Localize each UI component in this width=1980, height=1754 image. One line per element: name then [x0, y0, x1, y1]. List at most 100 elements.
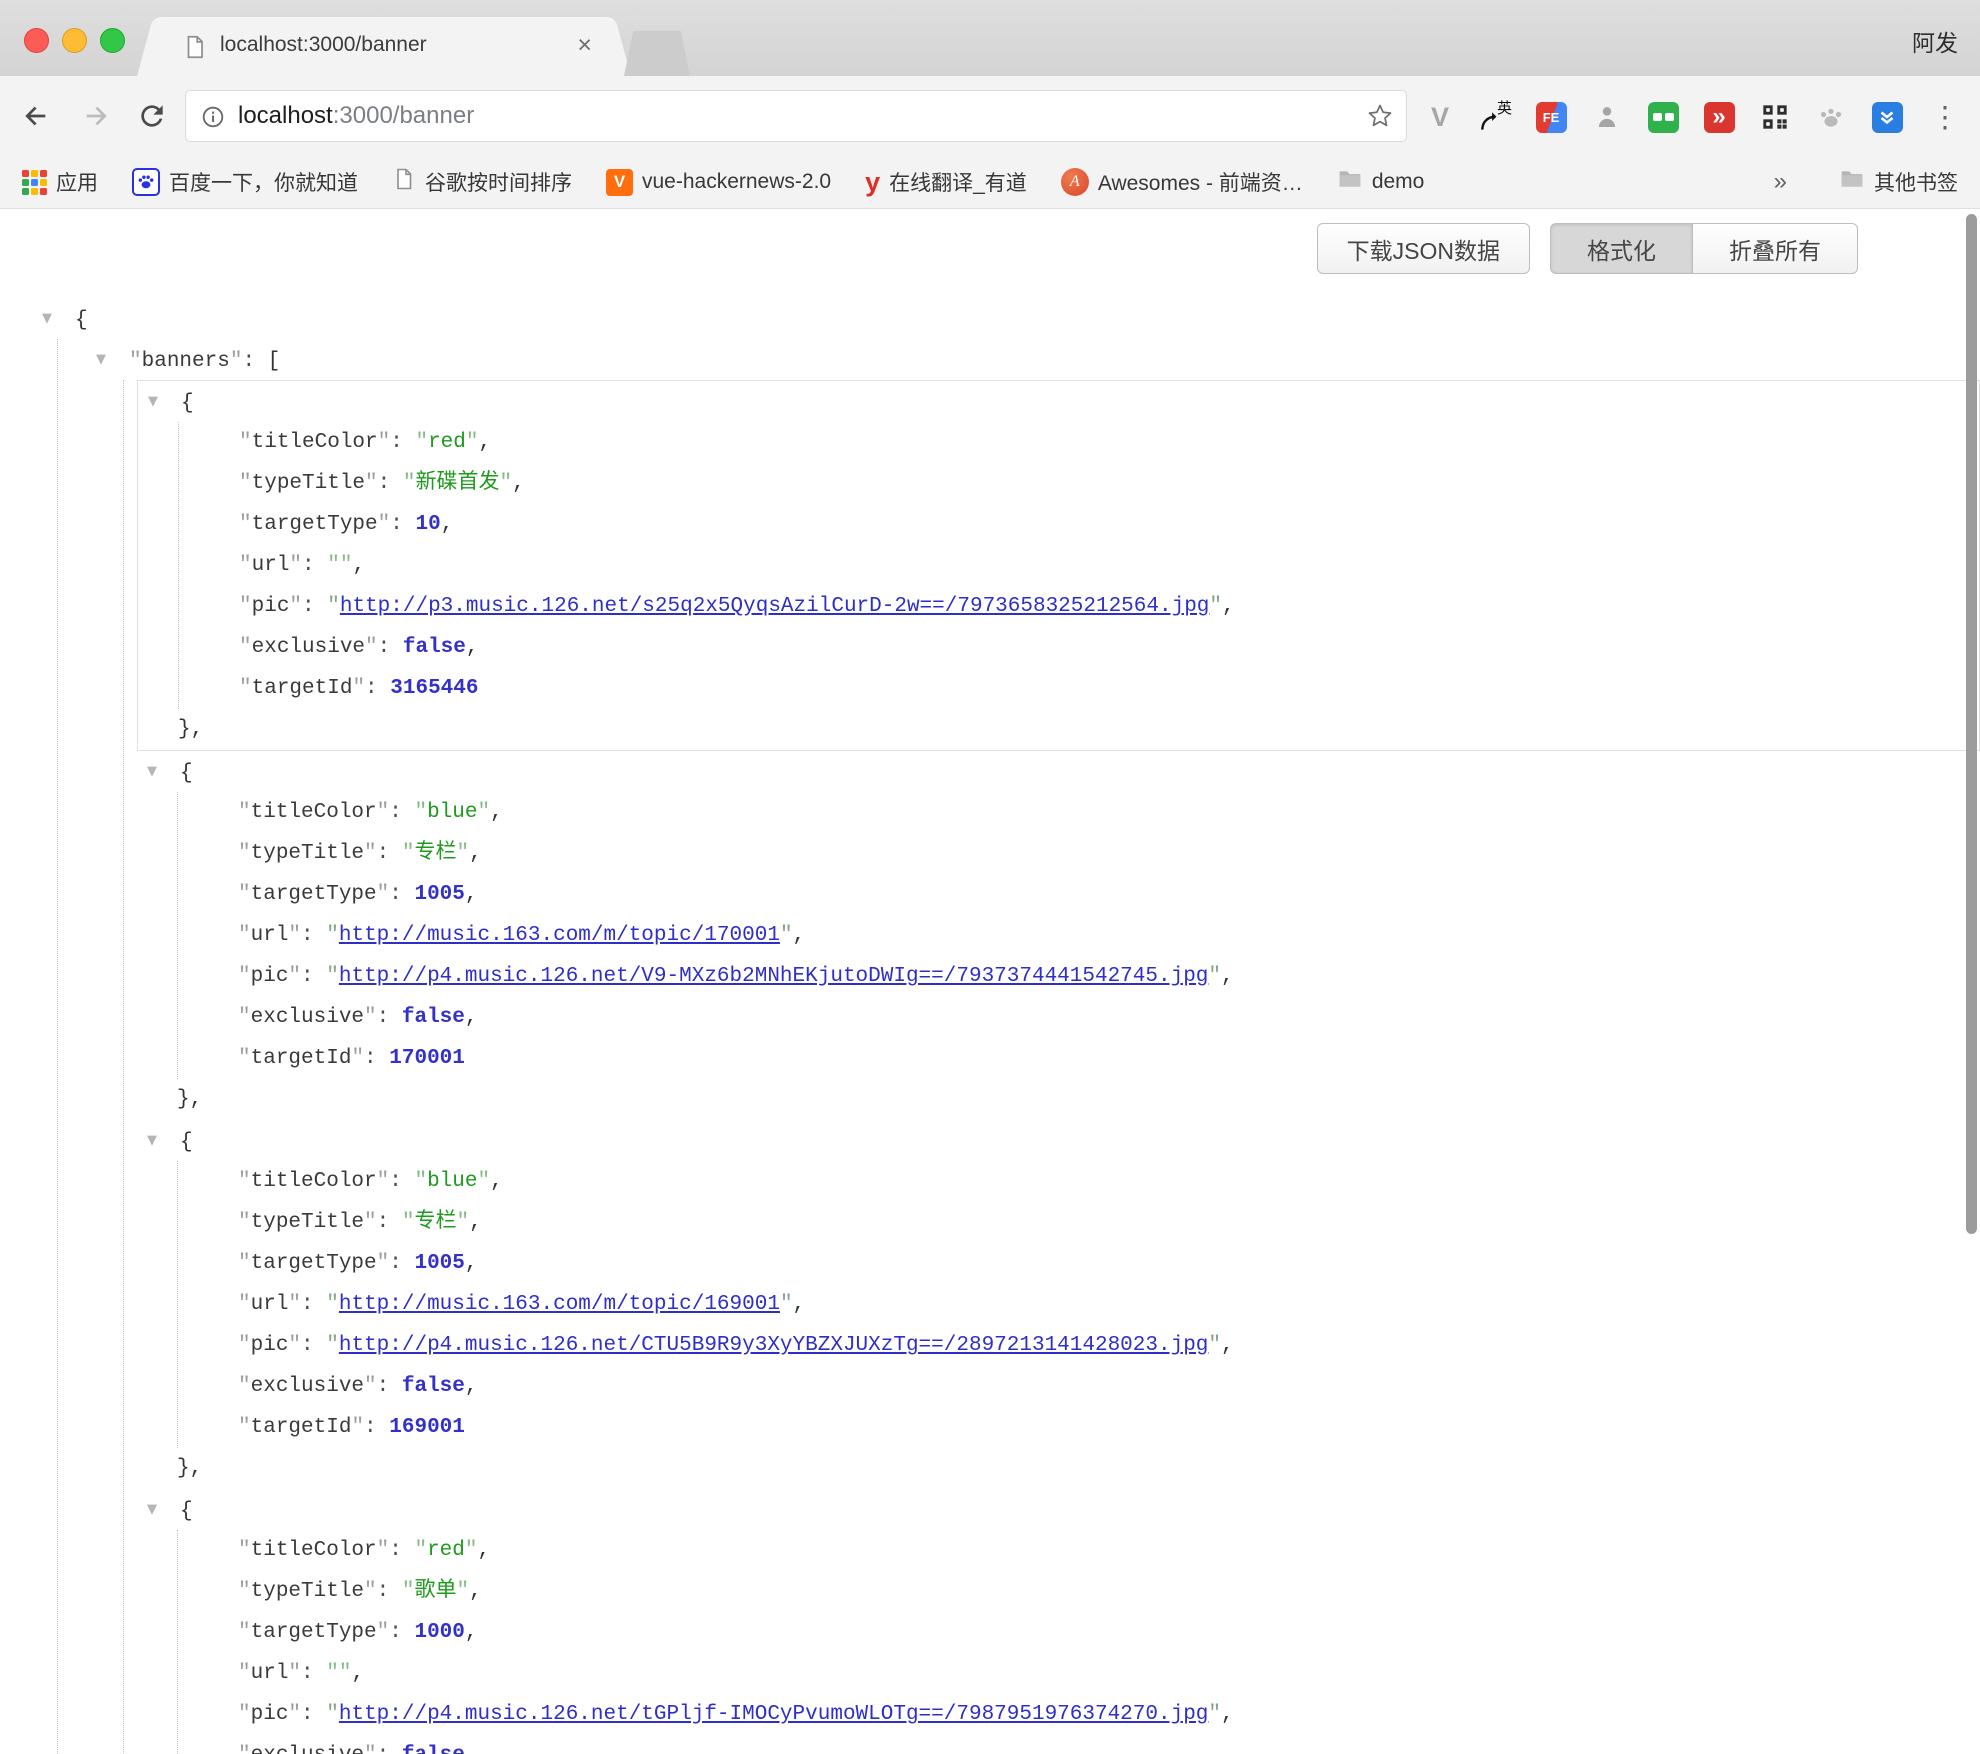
collapse-arrow-icon[interactable]: ▼ — [148, 381, 181, 422]
json-property-row: typeTitle歌单, — [178, 1571, 1980, 1612]
json-value: red — [414, 1539, 477, 1562]
tampermonkey-extension-icon[interactable] — [1645, 99, 1681, 135]
tab-title: localhost:3000/banner — [220, 33, 427, 57]
json-key: titleColor — [239, 431, 390, 454]
tab-strip: localhost:3000/banner × 阿发 — [0, 0, 1980, 76]
json-link-value[interactable]: http://music.163.com/m/topic/170001 — [339, 924, 780, 947]
json-property-row: targetId170001 — [178, 1038, 1980, 1079]
json-value: 新碟首发 — [403, 472, 512, 495]
paw-extension-icon[interactable] — [1813, 99, 1849, 135]
bookmark-vue-hackernews[interactable]: V vue-hackernews-2.0 — [606, 169, 831, 196]
collapse-arrow-icon[interactable]: ▼ — [96, 339, 129, 380]
window-zoom-button[interactable] — [100, 28, 125, 53]
collapse-arrow-icon[interactable]: ▼ — [147, 751, 180, 792]
json-value: 歌单 — [402, 1580, 469, 1603]
json-property-row: pic http://p4.music.126.net/V9-MXz6b2MNhE… — [178, 956, 1980, 997]
json-object-close-row: }, — [138, 709, 1979, 750]
json-key: exclusive — [238, 1744, 377, 1754]
translate-extension-icon[interactable]: 英 — [1477, 99, 1513, 135]
format-button[interactable]: 格式化 — [1550, 223, 1693, 274]
browser-menu-icon[interactable]: ⋮ — [1927, 99, 1963, 135]
json-key: targetType — [238, 883, 389, 906]
bookmark-youdao-translate[interactable]: y 在线翻译_有道 — [865, 167, 1027, 197]
json-key: targetId — [239, 677, 365, 700]
bookmark-label: 应用 — [56, 167, 98, 197]
json-root-row: ▼{ — [0, 298, 1980, 339]
json-value: 1005 — [414, 1252, 464, 1275]
json-value: 1000 — [414, 1621, 464, 1644]
download-json-button[interactable]: 下载JSON数据 — [1317, 223, 1530, 274]
window-close-button[interactable] — [24, 28, 49, 53]
address-bar[interactable]: localhost:3000/banner — [185, 90, 1407, 142]
json-value: false — [403, 636, 466, 659]
sitemap-extension-icon[interactable] — [1589, 99, 1625, 135]
json-key: titleColor — [238, 801, 389, 824]
bookmarks-overflow-chevron[interactable]: » — [1774, 168, 1787, 196]
json-property-row: titleColorred, — [178, 1530, 1980, 1571]
collapse-arrow-icon[interactable]: ▼ — [147, 1489, 180, 1530]
json-viewer: ▼{ ▼banners[ ▼{ titleColorred, typeTitle… — [0, 298, 1980, 1754]
bookmark-awesomes[interactable]: A Awesomes - 前端资… — [1061, 167, 1303, 197]
folder-icon — [1337, 166, 1363, 198]
bookmark-label: demo — [1372, 170, 1425, 194]
json-key: url — [239, 554, 302, 577]
json-value: 专栏 — [402, 1211, 469, 1234]
window-minimize-button[interactable] — [62, 28, 87, 53]
page-content: 下载JSON数据 格式化 折叠所有 ▼{ ▼banners[ ▼{ — [0, 209, 1980, 1754]
json-link-value[interactable]: http://p4.music.126.net/tGPljf-IMOCyPvum… — [339, 1703, 1209, 1726]
bookmark-baidu[interactable]: 百度一下，你就知道 — [132, 167, 358, 197]
json-property-row: pichttp://p3.music.126.net/s25q2x5QyqsAz… — [179, 586, 1979, 627]
forward-button[interactable] — [78, 98, 114, 134]
browser-tab[interactable]: localhost:3000/banner × — [158, 17, 610, 76]
collapse-arrow-icon[interactable]: ▼ — [147, 1120, 180, 1161]
eagle-extension-icon[interactable] — [1869, 99, 1905, 135]
json-link-value[interactable]: http://p3.music.126.net/s25q2x5QyqsAzilC… — [340, 595, 1210, 618]
json-link-value[interactable]: http://music.163.com/m/topic/169001 — [339, 1293, 780, 1316]
json-property-row: typeTitle新碟首发, — [179, 463, 1979, 504]
bookmark-star-icon[interactable] — [1366, 102, 1394, 135]
bookmark-folder-demo[interactable]: demo — [1337, 166, 1425, 198]
json-key: titleColor — [238, 1539, 389, 1562]
vimium-extension-icon[interactable]: V — [1422, 99, 1458, 135]
json-link-value[interactable]: http://p4.music.126.net/V9-MXz6b2MNhEKju… — [339, 965, 1209, 988]
vertical-scrollbar[interactable] — [1966, 214, 1977, 1234]
json-property-row: targetType10, — [179, 504, 1979, 545]
json-value: 10 — [415, 513, 440, 536]
tab-close-icon[interactable]: × — [577, 31, 592, 59]
json-object-open-row: ▼{ — [137, 751, 1980, 792]
video-downloader-extension-icon[interactable]: » — [1701, 99, 1737, 135]
collapse-arrow-icon[interactable]: ▼ — [42, 298, 75, 339]
json-key: targetId — [238, 1416, 364, 1439]
json-array-item: ▼{ titleColorred, typeTitle歌单, targetTyp… — [137, 1489, 1980, 1754]
json-property-row: targetId169001 — [178, 1407, 1980, 1448]
page-info-icon[interactable] — [200, 104, 226, 135]
json-object-open-row: ▼{ — [138, 381, 1979, 422]
json-object-open-row: ▼{ — [137, 1120, 1980, 1161]
json-banners-row: ▼banners[ — [58, 339, 1980, 380]
youdao-icon: y — [865, 169, 880, 196]
json-object-open-row: ▼{ — [137, 1489, 1980, 1530]
json-link-value[interactable]: http://p4.music.126.net/CTU5B9R9y3XyYBZX… — [339, 1334, 1209, 1357]
bookmarks-bar: 应用 百度一下，你就知道 谷歌按时间排序 V vue-hackernews-2.… — [0, 156, 1980, 209]
json-value: false — [402, 1006, 465, 1029]
json-value: 170001 — [389, 1047, 465, 1070]
bookmark-apps[interactable]: 应用 — [22, 167, 98, 197]
bookmark-google-sort[interactable]: 谷歌按时间排序 — [392, 167, 572, 197]
bookmark-other-bookmarks[interactable]: 其他书签 — [1839, 166, 1958, 198]
qr-code-extension-icon[interactable] — [1757, 99, 1793, 135]
view-mode-segmented-control: 格式化 折叠所有 — [1550, 223, 1858, 274]
profile-name[interactable]: 阿发 — [1912, 24, 1958, 58]
back-button[interactable] — [18, 98, 54, 134]
json-value: false — [402, 1375, 465, 1398]
json-key: titleColor — [238, 1170, 389, 1193]
collapse-all-button[interactable]: 折叠所有 — [1693, 223, 1858, 274]
json-property-row: exclusivefalse, — [178, 1735, 1980, 1754]
json-property-row: targetType1005, — [178, 1243, 1980, 1284]
json-key: exclusive — [238, 1375, 377, 1398]
page-icon — [392, 167, 416, 197]
reload-button[interactable] — [134, 98, 170, 134]
json-key: pic — [238, 965, 301, 988]
new-tab-button[interactable] — [624, 31, 690, 76]
json-key: exclusive — [239, 636, 378, 659]
fe-extension-icon[interactable]: FE — [1533, 99, 1569, 135]
